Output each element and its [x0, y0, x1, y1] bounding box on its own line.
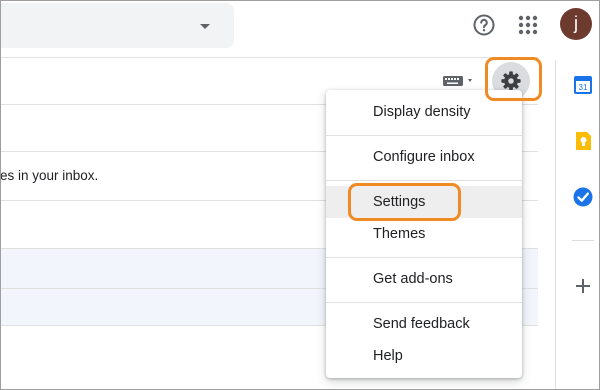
menu-divider	[326, 257, 522, 258]
settings-annotation-highlight	[348, 183, 461, 221]
menu-item-help[interactable]: Help	[326, 340, 522, 372]
menu-item-configure-inbox[interactable]: Configure inbox	[326, 141, 522, 173]
menu-item-get-add-ons[interactable]: Get add-ons	[326, 263, 522, 295]
menu-divider	[326, 302, 522, 303]
side-panel-separator	[572, 240, 594, 241]
plus-icon[interactable]	[573, 276, 593, 296]
apps-grid-icon[interactable]	[516, 13, 540, 37]
header-divider	[0, 57, 538, 58]
menu-divider	[326, 135, 522, 136]
avatar[interactable]: j	[560, 8, 592, 40]
search-box[interactable]	[0, 3, 234, 48]
side-panel-divider	[555, 60, 556, 390]
settings-dropdown-menu: Display density Configure inbox Settings…	[326, 90, 522, 378]
calendar-icon[interactable]: 31	[572, 74, 594, 96]
menu-item-themes[interactable]: Themes	[326, 218, 522, 250]
gear-annotation-highlight	[485, 57, 542, 101]
caret-down-icon[interactable]	[200, 24, 210, 29]
keep-icon[interactable]	[572, 130, 594, 152]
menu-divider	[326, 180, 522, 181]
svg-text:31: 31	[579, 83, 588, 92]
inbox-message: es in your inbox.	[0, 168, 99, 183]
menu-item-send-feedback[interactable]: Send feedback	[326, 308, 522, 340]
keyboard-icon[interactable]	[442, 74, 478, 88]
help-circle-icon[interactable]	[472, 13, 496, 37]
tasks-icon[interactable]	[572, 186, 594, 208]
